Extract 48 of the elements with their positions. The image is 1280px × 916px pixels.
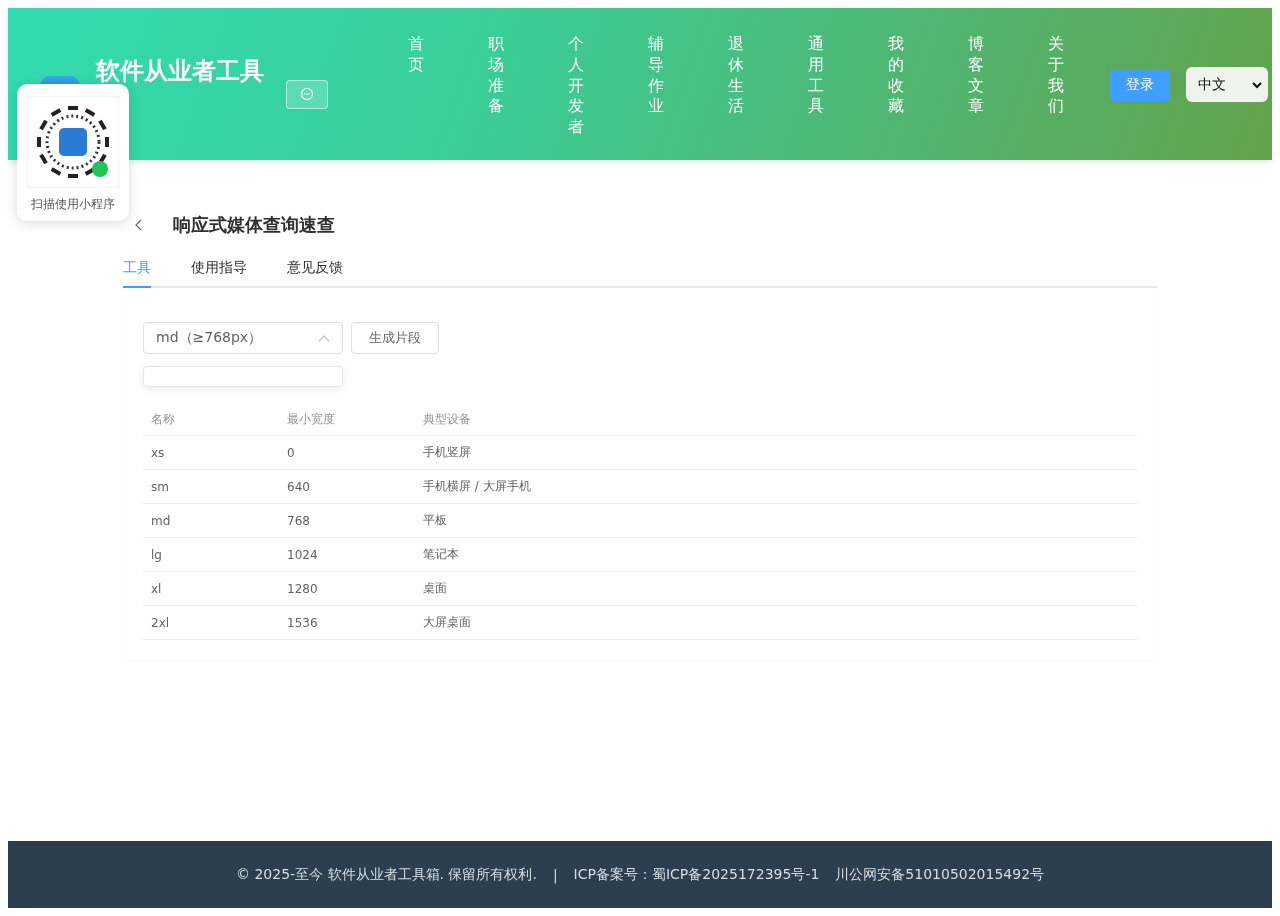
table-cell: 768 (279, 503, 415, 538)
table-cell: 0 (279, 435, 415, 470)
column-header: 名称 (143, 404, 279, 436)
generate-button[interactable]: 生成片段 (351, 322, 439, 354)
table-cell: 1024 (279, 537, 415, 572)
breakpoint-select[interactable]: md（≥768px） (143, 322, 343, 354)
caret-icon (1252, 80, 1262, 89)
table-cell: xs (143, 435, 279, 470)
chevron-icon (318, 334, 330, 342)
tab[interactable]: 使用指导 (191, 255, 247, 288)
table-cell: sm (143, 469, 279, 504)
table-cell: xl (143, 571, 279, 606)
nav-link[interactable]: 博客文章 (968, 34, 984, 138)
nav-link[interactable]: 通用工具 (808, 34, 824, 138)
nav-link[interactable]: 关于我们 (1048, 34, 1064, 138)
nav-link[interactable]: 首页 (408, 34, 424, 138)
tab[interactable]: 意见反馈 (287, 255, 343, 288)
table-cell: 手机横屏 / 大屏手机 (415, 469, 1137, 504)
login-button[interactable]: 登录 (1110, 69, 1170, 101)
table-cell: 大屏桌面 (415, 605, 1137, 640)
table-cell: 平板 (415, 503, 1137, 538)
column-header: 典型设备 (415, 404, 1137, 436)
qr-caption: 扫描使用小程序 (31, 196, 115, 213)
nav-link[interactable]: 辅导作业 (648, 34, 664, 138)
table-cell: 笔记本 (415, 537, 1137, 572)
nav-link[interactable]: 职场准备 (488, 34, 504, 138)
table-cell: 1536 (279, 605, 415, 640)
table-cell: 1280 (279, 571, 415, 606)
separator: | (552, 866, 558, 883)
page-title: 响应式媒体查询速查 (173, 213, 335, 237)
language-select[interactable]: 中文 (1186, 67, 1268, 102)
nav-link[interactable]: 个人开发者 (568, 34, 584, 138)
table-cell: 2xl (143, 605, 279, 640)
icp-link[interactable]: ICP备案号：蜀ICP备2025172395号-1 (573, 865, 820, 884)
table-cell: md (143, 503, 279, 538)
table-cell: 桌面 (415, 571, 1137, 606)
table-cell: 手机竖屏 (415, 435, 1137, 470)
nav-link[interactable]: 退休生活 (728, 34, 744, 138)
copyright-text: © 2025-至今 软件从业者工具箱. 保留所有权利. (235, 865, 537, 884)
site-title[interactable]: 软件从业者工具 (96, 55, 264, 87)
back-icon[interactable] (135, 219, 143, 231)
column-header: 最小宽度 (279, 404, 415, 436)
table-cell: 640 (279, 469, 415, 504)
table-cell: lg (143, 537, 279, 572)
police-record-link[interactable]: 川公网安备51010502015492号 (835, 865, 1045, 884)
nav-link[interactable]: 我的收藏 (888, 34, 904, 138)
chat-icon (300, 87, 314, 101)
tab[interactable]: 工具 (123, 255, 151, 288)
